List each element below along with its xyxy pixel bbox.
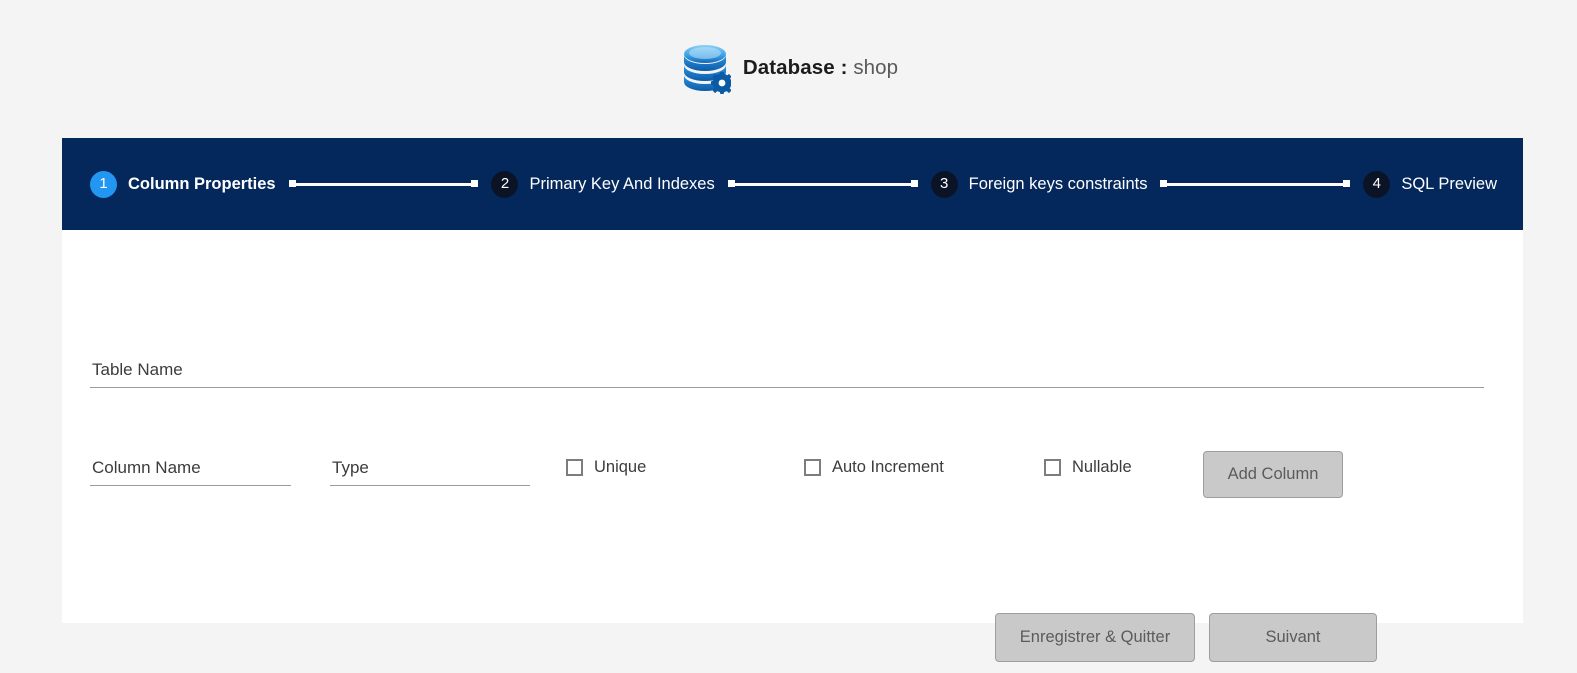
connector-bar [727, 182, 918, 186]
next-button[interactable]: Suivant [1209, 613, 1377, 662]
step-foreign-keys-constraints[interactable]: 3 Foreign keys constraints [930, 170, 1148, 198]
step-connector-1 [288, 179, 479, 189]
page-title: Database : shop [743, 56, 898, 82]
connector-cap-right [910, 179, 918, 187]
column-properties-form: Unique Auto Increment Nullable Add Colum… [62, 230, 1523, 662]
step-number-3: 3 [930, 170, 958, 198]
step-number-2: 2 [491, 170, 519, 198]
checkbox-unique[interactable]: Unique [566, 458, 646, 477]
wizard-panel: 1 Column Properties 2 Primary Key And In… [62, 138, 1523, 662]
database-name: shop [853, 56, 899, 79]
connector-cap-right [1343, 179, 1351, 187]
step-label-4: SQL Preview [1401, 174, 1498, 193]
step-connector-2 [727, 179, 918, 189]
column-name-input[interactable] [90, 456, 291, 486]
step-number-1: 1 [90, 170, 117, 198]
checkbox-unique-label: Unique [594, 458, 647, 476]
step-label-2: Primary Key And Indexes [529, 174, 715, 193]
step-connector-3 [1160, 179, 1351, 189]
checkbox-nullable-box[interactable] [1044, 459, 1061, 476]
connector-cap-right [471, 179, 479, 187]
connector-bar [1160, 182, 1351, 186]
checkbox-auto-increment-box[interactable] [804, 459, 821, 476]
step-sql-preview[interactable]: 4 SQL Preview [1363, 170, 1498, 198]
save-and-quit-button[interactable]: Enregistrer & Quitter [995, 613, 1195, 662]
checkbox-auto-increment[interactable]: Auto Increment [804, 458, 944, 477]
wizard-stepper: 1 Column Properties 2 Primary Key And In… [62, 138, 1523, 230]
database-gear-icon [679, 41, 731, 97]
step-number-4: 4 [1363, 170, 1391, 198]
step-label-1: Column Properties [128, 174, 276, 193]
database-label: Database : [742, 56, 848, 79]
checkbox-auto-increment-label: Auto Increment [832, 458, 944, 476]
page-header: Database : shop [0, 0, 1577, 138]
add-column-button[interactable]: Add Column [1203, 451, 1343, 498]
table-name-input[interactable] [90, 358, 1484, 388]
step-primary-key-and-indexes[interactable]: 2 Primary Key And Indexes [491, 170, 715, 198]
checkbox-unique-box[interactable] [566, 459, 583, 476]
checkbox-nullable[interactable]: Nullable [1044, 458, 1132, 477]
step-label-3: Foreign keys constraints [968, 174, 1148, 193]
type-input[interactable] [330, 456, 530, 486]
checkbox-nullable-label: Nullable [1072, 458, 1132, 476]
connector-bar [288, 182, 479, 186]
step-column-properties[interactable]: 1 Column Properties [90, 170, 276, 198]
